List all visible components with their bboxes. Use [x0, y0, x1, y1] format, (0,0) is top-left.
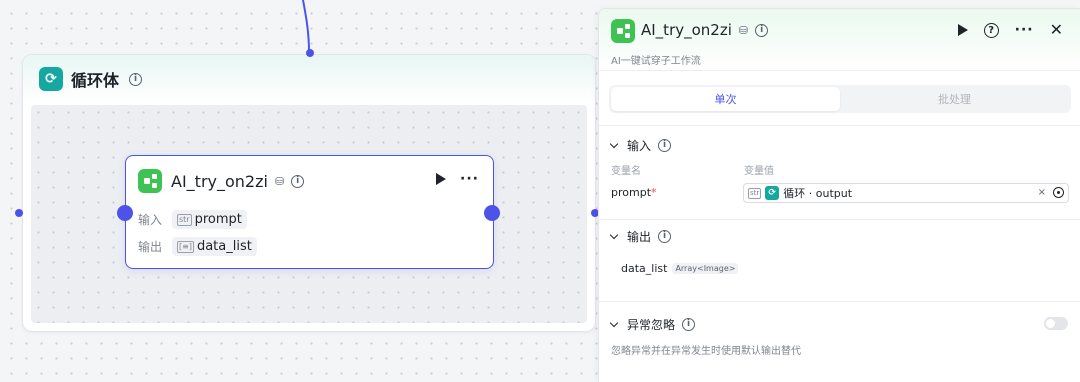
input-field-label: prompt [611, 186, 652, 199]
array-type-icon: [≡] [177, 240, 194, 253]
input-variable-name: prompt [194, 212, 242, 227]
input-label: 输入 [138, 213, 163, 227]
run-icon[interactable] [957, 24, 968, 36]
info-icon[interactable]: i [658, 230, 672, 243]
node-output-row: 输出 [≡] data_list [126, 233, 493, 260]
input-section-title: 输入 [627, 139, 652, 153]
close-icon[interactable]: ✕ [1050, 22, 1063, 38]
help-icon[interactable]: ? [983, 22, 999, 38]
panel-title: AI_try_on2zi [641, 21, 732, 39]
input-field-name: prompt* [611, 186, 657, 199]
output-section-title: 输出 [627, 230, 652, 244]
loop-header: ⟳ 循环体 i [23, 55, 595, 103]
more-icon[interactable]: ··· [460, 172, 479, 186]
tab-batch[interactable]: 批处理 [840, 87, 1069, 111]
info-icon[interactable]: i [658, 139, 672, 152]
loop-left-port[interactable] [15, 209, 23, 217]
input-variable-tag: str prompt [172, 210, 247, 229]
loop-top-port[interactable] [306, 49, 314, 57]
chevron-down-icon [609, 230, 619, 239]
loop-icon: ⟳ [765, 186, 780, 200]
node-properties-panel: AI_try_on2zi ⛁ i AI一键试穿子工作流 ? ··· ✕ 单次 批… [598, 8, 1080, 382]
input-section-header[interactable]: 输入 i [609, 137, 672, 154]
loop-icon: ⟳ [39, 67, 63, 91]
required-mark: * [651, 186, 657, 199]
divider [599, 125, 1080, 126]
panel-header: AI_try_on2zi ⛁ i AI一键试穿子工作流 ? ··· ✕ [599, 9, 1080, 71]
divider [599, 301, 1080, 302]
loop-title: 循环体 [71, 71, 120, 90]
info-icon[interactable]: i [755, 23, 769, 37]
info-icon[interactable]: i [291, 174, 305, 188]
output-variable-tag: [≡] data_list [172, 237, 257, 256]
output-label: 输出 [138, 240, 163, 254]
ignore-exception-toggle[interactable] [1044, 317, 1068, 330]
chevron-down-icon [609, 139, 619, 148]
column-header-value: 变量值 [744, 166, 774, 177]
output-variable-row: data_list Array<Image> [621, 262, 739, 275]
ignore-section-title: 异常忽略 [627, 318, 676, 332]
target-icon[interactable] [1053, 187, 1064, 198]
output-variable-name: data_list [196, 239, 252, 254]
panel-subtitle: AI一键试穿子工作流 [611, 56, 701, 67]
column-header-name: 变量名 [611, 166, 641, 177]
node-header: AI_try_on2zi ⛁ i ··· [126, 156, 493, 206]
database-icon: ⛁ [738, 23, 749, 37]
workflow-icon [138, 169, 162, 193]
string-type-icon: str [748, 187, 762, 199]
node-input-port[interactable] [117, 205, 133, 221]
tab-single[interactable]: 单次 [611, 87, 840, 111]
more-icon[interactable]: ··· [1015, 23, 1034, 37]
output-variable-name: data_list [621, 262, 668, 275]
run-icon[interactable] [436, 173, 447, 185]
node-input-row: 输入 str prompt [126, 206, 493, 233]
string-type-icon: str [177, 213, 192, 226]
divider [599, 219, 1080, 220]
clear-icon[interactable]: × [1038, 187, 1046, 198]
info-icon[interactable]: i [129, 72, 143, 86]
ignore-section-header[interactable]: 异常忽略 i [609, 316, 696, 333]
output-section-header[interactable]: 输出 i [609, 228, 672, 245]
edge-top [302, 0, 310, 53]
variable-reference-field[interactable]: str ⟳ 循环 · output × [743, 183, 1069, 203]
workflow-icon [611, 19, 635, 43]
output-type-badge: Array<Image> [672, 263, 739, 274]
info-icon[interactable]: i [682, 318, 696, 331]
node-title: AI_try_on2zi [171, 171, 268, 191]
reference-value: 循环 · output [783, 187, 853, 200]
ignore-description: 忽略异常并在异常发生时使用默认输出替代 [611, 346, 801, 357]
node-output-port[interactable] [484, 205, 500, 221]
chevron-down-icon [609, 318, 619, 327]
mode-tabs: 单次 批处理 [609, 85, 1071, 113]
workflow-node[interactable]: AI_try_on2zi ⛁ i ··· 输入 str prompt 输出 [≡… [125, 155, 494, 269]
database-icon: ⛁ [274, 174, 285, 188]
